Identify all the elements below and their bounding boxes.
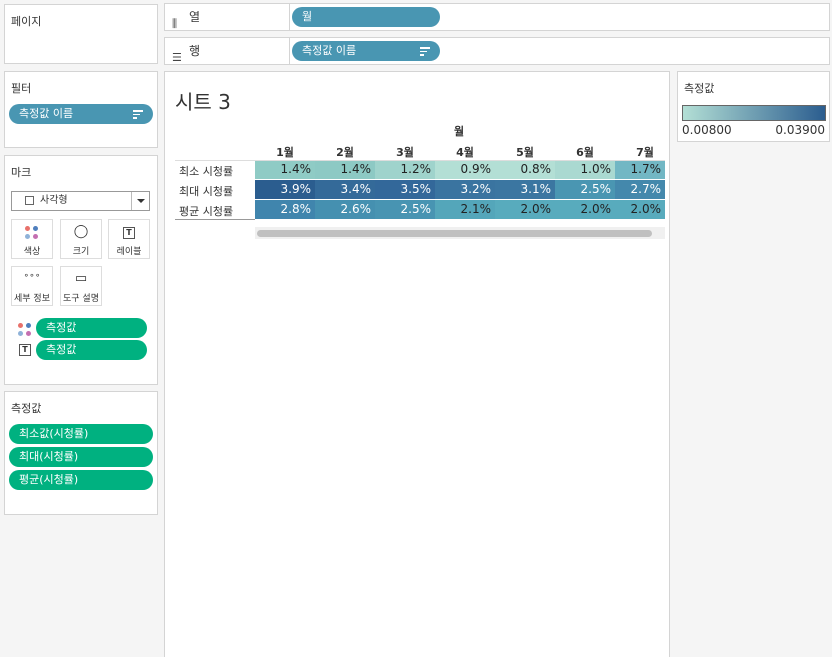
scrollbar-thumb[interactable] (257, 230, 652, 237)
measure-pill-max[interactable]: 최대(시청률) (9, 447, 153, 467)
sheet-title: 시트 3 (175, 90, 231, 114)
heatmap-cell[interactable]: 2.6% (315, 200, 375, 219)
size-button-label: 크기 (72, 247, 90, 257)
color-measure-pill[interactable]: 측정값 (36, 318, 147, 338)
heatmap-cell[interactable]: 3.4% (315, 180, 375, 199)
column-group-header: 월 (453, 125, 465, 138)
heatmap-cell[interactable]: 0.9% (435, 160, 495, 179)
heatmap-cell[interactable]: 1.7% (615, 160, 665, 179)
measure-row-header[interactable]: 최소 시청률 (179, 163, 233, 179)
heatmap-cell[interactable]: 1.2% (375, 160, 435, 179)
horizontal-scrollbar[interactable] (255, 227, 665, 239)
detail-dots-icon: ∘∘∘ (23, 271, 41, 281)
label-measure-pill[interactable]: 측정값 (36, 340, 147, 360)
text-label-icon: T (123, 227, 135, 239)
heatmap-cell[interactable]: 1.4% (255, 160, 315, 179)
month-column-header[interactable]: 5월 (495, 144, 555, 160)
columns-icon: ⫼ (172, 17, 178, 30)
label-encoding-icon: T (19, 344, 31, 356)
heatmap-cell[interactable]: 2.5% (555, 180, 615, 199)
chevron-down-icon[interactable] (131, 192, 149, 210)
heatmap-cell[interactable]: 2.1% (435, 200, 495, 219)
color-pill-text: 측정값 (46, 321, 77, 334)
color-encoding-icon (18, 323, 32, 337)
heatmap-cell[interactable]: 1.0% (555, 160, 615, 179)
rows-shelf-label: ☰ 행 (165, 38, 290, 64)
month-column-header[interactable]: 4월 (435, 144, 495, 160)
heatmap-cell[interactable]: 2.8% (255, 200, 315, 219)
tooltip-icon: ▭ (74, 271, 88, 286)
color-button-label: 색상 (23, 247, 41, 257)
rows-shelf[interactable]: ☰ 행 측정값 이름 (164, 37, 830, 65)
table-bottom-line (175, 219, 255, 220)
header-divider (175, 160, 665, 161)
month-column-header[interactable]: 3월 (375, 144, 435, 160)
legend-max-label: 0.03900 (775, 123, 825, 137)
measure-pill-text: 최소값(시청률) (19, 427, 89, 440)
color-dots-icon (25, 226, 39, 240)
marks-title: 마크 (11, 166, 32, 179)
color-button[interactable]: 색상 (11, 219, 53, 259)
color-gradient-bar (682, 105, 826, 121)
measure-pill-min[interactable]: 최소값(시청률) (9, 424, 153, 444)
detail-button-label: 세부 정보 (14, 294, 50, 304)
size-button[interactable]: ◯ 크기 (60, 219, 102, 259)
legend-title: 측정값 (684, 82, 715, 95)
size-icon: ◯ (73, 224, 89, 239)
columns-shelf-label: ⫼ 열 (165, 4, 290, 30)
sheet-view[interactable]: 시트 3 월 1월 2월 3월 4월 5월 6월 7월 최소 시청률최대 시청률평균 시청률… (164, 71, 670, 657)
pages-title: 페이지 (11, 15, 42, 28)
pages-card[interactable]: 페이지 (4, 4, 158, 64)
heatmap-cell[interactable]: 1.4% (315, 160, 375, 179)
measure-pill-avg[interactable]: 평균(시청률) (9, 470, 153, 490)
heatmap-cell[interactable]: 3.1% (495, 180, 555, 199)
heatmap-cell[interactable]: 2.7% (615, 180, 665, 199)
heatmap-cell[interactable]: 2.5% (375, 200, 435, 219)
filter-pill-measure-names[interactable]: 측정값 이름 (9, 104, 153, 124)
tooltip-button[interactable]: ▭ 도구 설명 (60, 266, 102, 306)
rows-icon: ☰ (172, 51, 182, 64)
mark-type-dropdown[interactable]: 사각형 (11, 191, 150, 211)
label-pill-text: 측정값 (46, 343, 77, 356)
measure-row-header[interactable]: 평균 시청률 (179, 203, 233, 219)
month-column-header[interactable]: 2월 (315, 144, 375, 160)
columns-pill-month[interactable]: 월 (292, 7, 440, 27)
filter-pill-text: 측정값 이름 (19, 107, 74, 120)
mark-type-value: 사각형 (40, 195, 68, 206)
heatmap-cell[interactable]: 3.2% (435, 180, 495, 199)
heatmap-cell[interactable]: 0.8% (495, 160, 555, 179)
heatmap-cell[interactable]: 2.0% (615, 200, 665, 219)
detail-button[interactable]: ∘∘∘ 세부 정보 (11, 266, 53, 306)
measure-values-card[interactable]: 측정값 최소값(시청률) 최대(시청률) 평균(시청률) (4, 391, 158, 515)
month-column-header[interactable]: 6월 (555, 144, 615, 160)
sort-icon (420, 47, 430, 56)
sort-icon (133, 110, 143, 119)
filters-card[interactable]: 필터 측정값 이름 (4, 71, 158, 148)
columns-label-text: 열 (189, 10, 201, 24)
month-column-header[interactable]: 7월 (615, 144, 669, 160)
columns-pill-text: 월 (302, 10, 313, 23)
rows-pill-text: 측정값 이름 (302, 44, 357, 57)
heatmap-cell[interactable]: 3.9% (255, 180, 315, 199)
columns-shelf[interactable]: ⫼ 열 월 (164, 3, 830, 31)
measure-pill-text: 평균(시청률) (19, 473, 79, 486)
label-button-label: 레이블 (116, 247, 142, 257)
heatmap-cell[interactable]: 2.0% (495, 200, 555, 219)
measure-pill-text: 최대(시청률) (19, 450, 79, 463)
heatmap-cell[interactable]: 2.0% (555, 200, 615, 219)
rows-pill-measure-names[interactable]: 측정값 이름 (292, 41, 440, 61)
measure-values-title: 측정값 (11, 402, 42, 415)
legend-min-label: 0.00800 (682, 123, 732, 137)
color-legend-card[interactable]: 측정값 0.00800 0.03900 (677, 71, 830, 142)
filters-title: 필터 (11, 82, 32, 95)
rows-label-text: 행 (189, 44, 201, 58)
square-icon (25, 196, 34, 205)
label-button[interactable]: T 레이블 (108, 219, 150, 259)
tooltip-button-label: 도구 설명 (63, 294, 99, 304)
month-column-header[interactable]: 1월 (255, 144, 315, 160)
measure-row-header[interactable]: 최대 시청률 (179, 183, 233, 199)
heatmap-cell[interactable]: 3.5% (375, 180, 435, 199)
marks-card[interactable]: 마크 사각형 색상 ◯ 크기 T 레이블 ∘∘∘ 세부 정보 ▭ 도구 설명 측… (4, 155, 158, 385)
